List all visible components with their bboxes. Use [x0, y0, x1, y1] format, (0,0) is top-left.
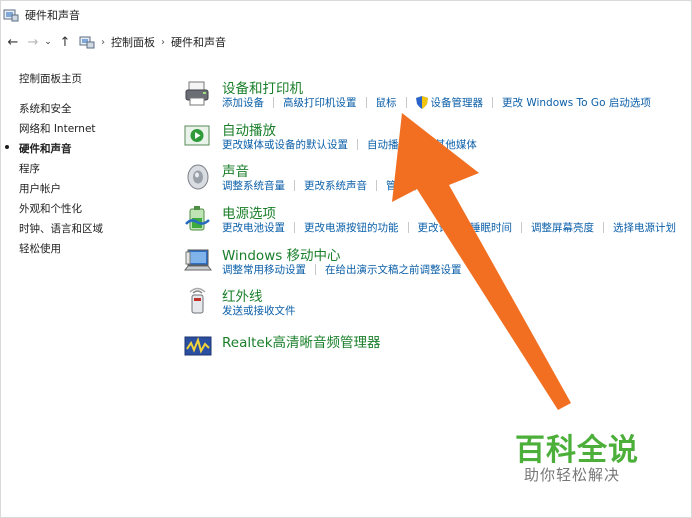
category-links: 发送或接收文件: [222, 303, 296, 318]
forward-icon[interactable]: →: [25, 34, 41, 50]
breadcrumb-control-panel[interactable]: 控制面板: [111, 34, 155, 50]
manage-audio-devices-link[interactable]: 管理音频设备: [386, 178, 449, 193]
add-device-link[interactable]: 添加设备: [222, 95, 264, 110]
window-title: 硬件和声音: [25, 9, 80, 22]
control-panel-window: 硬件和声音 ← → ⌄ ↑ › 控制面板 › 硬件和声音 控制面板主页 系统和安…: [0, 0, 692, 518]
sidebar-item-programs[interactable]: 程序: [19, 161, 40, 176]
category-title[interactable]: 设备和打印机: [222, 77, 303, 97]
link-divider: [294, 180, 295, 191]
link-divider: [492, 97, 493, 108]
category-title[interactable]: Realtek高清晰音频管理器: [222, 331, 381, 351]
sleep-time-link[interactable]: 更改计算机睡眠时间: [418, 220, 513, 235]
choose-power-plan-link[interactable]: 选择电源计划: [613, 220, 676, 235]
up-icon[interactable]: ↑: [57, 34, 73, 50]
sidebar-item-system-security[interactable]: 系统和安全: [19, 101, 72, 116]
category-title[interactable]: 红外线: [222, 285, 263, 305]
mobility-center-icon: [184, 249, 212, 271]
category-links: 更改媒体或设备的默认设置 自动播放CD或其他媒体: [222, 137, 477, 152]
link-divider: [315, 264, 316, 275]
change-battery-settings-link[interactable]: 更改电池设置: [222, 220, 285, 235]
control-panel-icon: [3, 9, 19, 22]
breadcrumb-separator-icon: ›: [101, 36, 105, 48]
mobility-settings-link[interactable]: 调整常用移动设置: [222, 262, 306, 277]
speaker-icon: [187, 164, 209, 190]
link-divider: [405, 97, 407, 108]
link-divider: [294, 222, 295, 233]
sidebar-item-hardware-sound[interactable]: 硬件和声音: [19, 141, 72, 156]
change-default-media-link[interactable]: 更改媒体或设备的默认设置: [222, 137, 348, 152]
link-divider: [365, 97, 367, 108]
title-bar: 硬件和声音: [1, 1, 691, 29]
screen-brightness-link[interactable]: 调整屏幕亮度: [531, 220, 594, 235]
realtek-audio-icon: [184, 336, 212, 356]
infrared-icon: [189, 287, 206, 314]
breadcrumb-hardware-sound[interactable]: 硬件和声音: [171, 34, 226, 50]
category-links: 调整常用移动设置 在给出演示文稿之前调整设置: [222, 262, 462, 277]
admin-shield-icon: [415, 96, 428, 109]
link-divider: [273, 97, 274, 108]
link-divider: [357, 139, 358, 150]
category-links: 添加设备 高级打印机设置 鼠标 设备管理器 更改 Windows To Go 启…: [222, 95, 651, 110]
power-icon: [185, 206, 210, 231]
presentation-settings-link[interactable]: 在给出演示文稿之前调整设置: [325, 262, 462, 277]
windows-to-go-link[interactable]: 更改 Windows To Go 启动选项: [502, 95, 651, 110]
sidebar-home-link[interactable]: 控制面板主页: [19, 71, 82, 86]
category-links: 更改电池设置 更改电源按钮的功能 更改计算机睡眠时间 调整屏幕亮度 选择电源计划: [222, 220, 676, 235]
sidebar-item-ease-of-access[interactable]: 轻松使用: [19, 241, 61, 256]
sidebar-item-network[interactable]: 网络和 Internet: [19, 121, 96, 136]
power-button-function-link[interactable]: 更改电源按钮的功能: [304, 220, 399, 235]
watermark-slogan: 助你轻松解决: [524, 466, 621, 484]
category-title[interactable]: 自动播放: [222, 119, 276, 139]
mouse-link[interactable]: 鼠标: [376, 95, 397, 110]
sidebar-item-clock-region[interactable]: 时钟、语言和区域: [19, 221, 103, 236]
change-system-sounds-link[interactable]: 更改系统声音: [304, 178, 367, 193]
device-manager-link[interactable]: 设备管理器: [431, 95, 484, 110]
sidebar-item-appearance[interactable]: 外观和个性化: [19, 201, 82, 216]
back-icon[interactable]: ←: [5, 34, 21, 50]
send-receive-files-link[interactable]: 发送或接收文件: [222, 303, 296, 318]
breadcrumb-separator-icon: ›: [161, 36, 165, 48]
category-title[interactable]: 声音: [222, 160, 249, 180]
autoplay-cd-link[interactable]: 自动播放CD或其他媒体: [367, 137, 477, 152]
printer-icon: [185, 81, 209, 106]
sidebar-item-user-accounts[interactable]: 用户帐户: [19, 181, 61, 196]
chevron-down-icon[interactable]: ⌄: [43, 34, 53, 50]
category-title[interactable]: Windows 移动中心: [222, 244, 341, 264]
autoplay-icon: [184, 125, 210, 146]
watermark-logo-text: 百科全说: [515, 433, 639, 468]
advanced-printer-setup-link[interactable]: 高级打印机设置: [283, 95, 357, 110]
link-divider: [521, 222, 522, 233]
link-divider: [407, 222, 409, 233]
adjust-volume-link[interactable]: 调整系统音量: [222, 178, 285, 193]
category-links: 调整系统音量 更改系统声音 管理音频设备: [222, 178, 449, 193]
address-bar: ← → ⌄ ↑ › 控制面板 › 硬件和声音: [1, 31, 691, 53]
control-panel-small-icon: [79, 36, 95, 49]
current-item-bullet: [5, 145, 9, 149]
link-divider: [376, 180, 377, 191]
category-title[interactable]: 电源选项: [222, 202, 276, 222]
link-divider: [603, 222, 604, 233]
